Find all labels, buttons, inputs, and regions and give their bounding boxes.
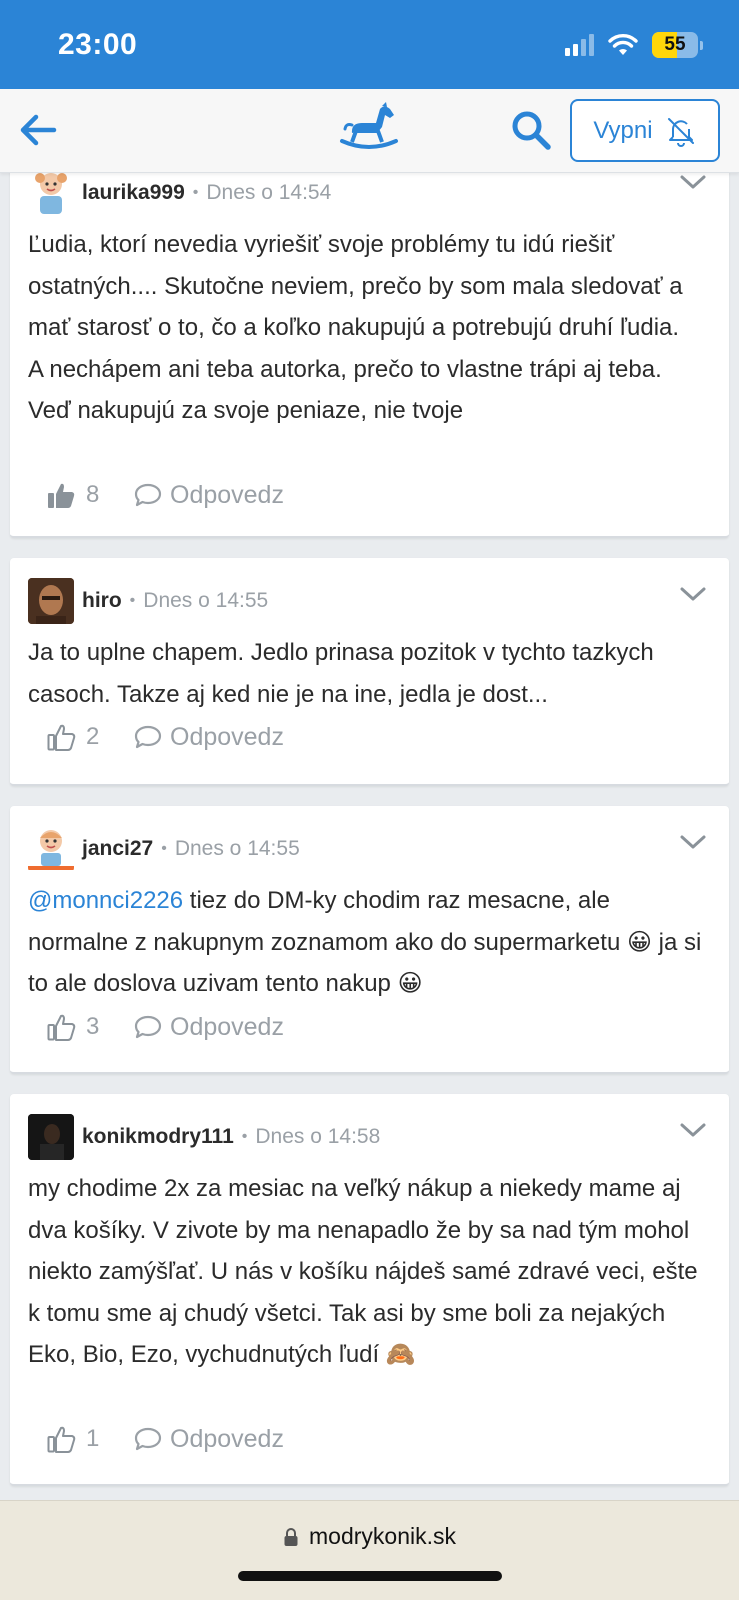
separator-dot: •	[192, 184, 199, 201]
username[interactable]: janci27	[82, 837, 153, 861]
timestamp: Dnes o 14:58	[255, 1125, 381, 1148]
username[interactable]: laurika999	[82, 181, 185, 205]
wifi-icon	[608, 34, 638, 55]
reply-button[interactable]: Odpovedz	[134, 723, 284, 752]
timestamp: Dnes o 14:54	[206, 181, 332, 204]
thumbs-up-filled-icon	[48, 483, 75, 508]
comment-header: laurika999 • Dnes o 14:54	[28, 170, 331, 216]
chevron-down-icon[interactable]	[679, 1120, 707, 1140]
comment-card: laurika999 • Dnes o 14:54 Ľudia, ktorí n…	[10, 150, 729, 538]
comment-text-part: my chodime 2x za mesiac na veľký nákup a…	[28, 1175, 698, 1368]
comment-text: my chodime 2x za mesiac na veľký nákup a…	[28, 1168, 709, 1376]
comment-paragraph: Ľudia, ktorí nevedia vyriešiť svoje prob…	[28, 231, 683, 341]
like-count: 1	[86, 1425, 100, 1452]
comment-bubble-icon	[134, 1015, 162, 1039]
comment-bubble-icon	[134, 1427, 162, 1451]
comment-actions: 1 Odpovedz	[46, 1424, 284, 1454]
status-icons: 55	[565, 32, 703, 58]
comment-paragraph: A nechápem ani teba autorka, prečo to vl…	[28, 355, 662, 425]
url-text: modrykonik.sk	[309, 1523, 456, 1549]
reply-label: Odpovedz	[170, 722, 284, 751]
battery-level: 55	[664, 34, 686, 55]
comment-text: @monnci2226 tiez do DM-ky chodim raz mes…	[28, 880, 709, 1005]
status-time: 23:00	[58, 28, 138, 61]
comment-header: janci27 • Dnes o 14:55	[28, 826, 300, 872]
comment-header: konikmodry111 • Dnes o 14:58	[28, 1114, 380, 1160]
like-button[interactable]: 1	[46, 1424, 134, 1454]
separator-dot: •	[129, 592, 136, 609]
like-button[interactable]: 3	[46, 1012, 134, 1042]
chevron-down-icon[interactable]	[679, 584, 707, 604]
top-nav-bar: Vypni	[0, 89, 739, 173]
user-mention-link[interactable]: @monnci2226	[28, 887, 183, 914]
battery-icon: 55	[652, 32, 698, 58]
reply-button[interactable]: Odpovedz	[134, 1425, 284, 1454]
username[interactable]: hiro	[82, 589, 122, 613]
chevron-down-icon[interactable]	[679, 172, 707, 192]
back-arrow-icon[interactable]	[16, 107, 62, 153]
thumbs-up-icon	[47, 1014, 76, 1041]
avatar[interactable]	[28, 1114, 74, 1160]
reply-label: Odpovedz	[170, 480, 284, 509]
timestamp: Dnes o 14:55	[174, 837, 300, 860]
grinning-emoji: 😀	[626, 927, 652, 956]
status-bar: 23:00 55	[0, 0, 739, 89]
like-count: 3	[86, 1013, 100, 1040]
vypni-label: Vypni	[593, 116, 653, 144]
comment-text: Ja to uplne chapem. Jedlo prinasa pozito…	[28, 639, 654, 708]
comment-header: hiro • Dnes o 14:55	[28, 578, 268, 624]
see-no-evil-monkey-emoji: 🙈	[385, 1340, 416, 1368]
thumbs-up-icon	[47, 724, 76, 751]
grinning-emoji: 😀	[397, 969, 423, 997]
like-count: 2	[86, 723, 100, 750]
avatar[interactable]	[28, 578, 74, 624]
comment-card: janci27 • Dnes o 14:55 @monnci2226 tiez …	[10, 806, 729, 1074]
avatar[interactable]	[28, 170, 74, 216]
comment-bubble-icon	[134, 725, 162, 749]
chevron-down-icon[interactable]	[679, 832, 707, 852]
bell-off-icon	[667, 117, 694, 147]
separator-dot: •	[161, 840, 167, 857]
like-count: 8	[86, 481, 100, 508]
home-indicator[interactable]	[238, 1571, 502, 1581]
reply-label: Odpovedz	[170, 1012, 284, 1041]
timestamp: Dnes o 14:55	[143, 589, 269, 612]
comment-card: konikmodry111 • Dnes o 14:58 my chodime …	[10, 1094, 729, 1486]
url-display[interactable]: modrykonik.sk	[0, 1523, 739, 1550]
comment-actions: 8 Odpovedz	[46, 480, 284, 510]
lock-icon	[284, 1527, 298, 1546]
comment-bubble-icon	[134, 483, 162, 507]
mute-notifications-button[interactable]: Vypni	[570, 99, 720, 162]
avatar[interactable]	[28, 826, 74, 872]
comment-actions: 2 Odpovedz	[46, 722, 284, 752]
thumbs-up-icon	[47, 1426, 76, 1453]
cellular-signal-icon	[565, 34, 594, 56]
comment-card: hiro • Dnes o 14:55 Ja to uplne chapem. …	[10, 558, 729, 786]
search-icon[interactable]	[510, 109, 552, 151]
rocking-horse-icon[interactable]	[338, 101, 400, 153]
reply-button[interactable]: Odpovedz	[134, 1013, 284, 1042]
reply-button[interactable]: Odpovedz	[134, 481, 284, 510]
comment-text: Ľudia, ktorí nevedia vyriešiť svoje prob…	[28, 224, 709, 432]
comment-actions: 3 Odpovedz	[46, 1012, 284, 1042]
reply-label: Odpovedz	[170, 1424, 284, 1453]
username[interactable]: konikmodry111	[82, 1125, 234, 1149]
separator-dot: •	[241, 1128, 248, 1145]
like-button[interactable]: 8	[46, 480, 134, 510]
like-button[interactable]: 2	[46, 722, 134, 752]
browser-address-bar[interactable]: modrykonik.sk	[0, 1500, 739, 1600]
